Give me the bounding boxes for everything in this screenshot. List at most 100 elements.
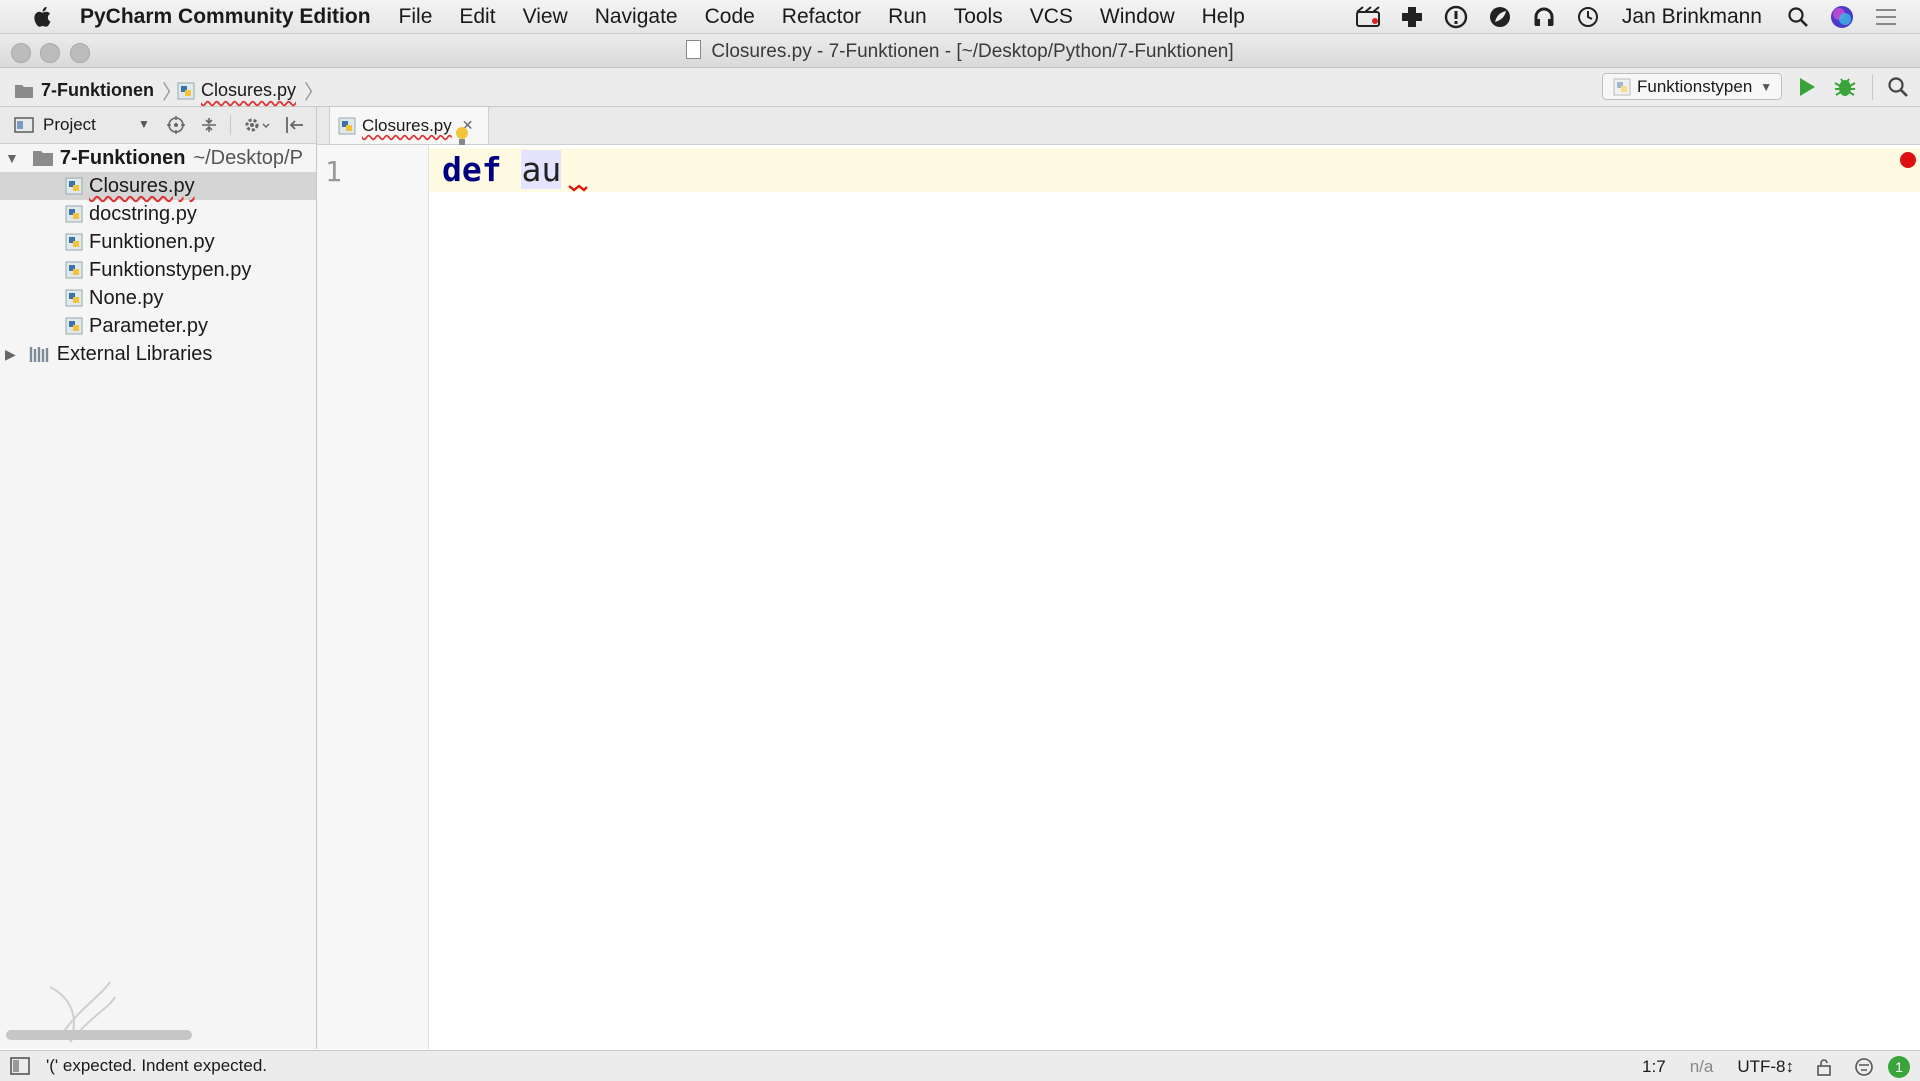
locate-target-icon[interactable] [167, 116, 185, 134]
chevron-down-icon: ▼ [1760, 79, 1773, 94]
notification-badge[interactable]: 1 [1888, 1056, 1910, 1078]
python-file-icon [65, 233, 83, 251]
debug-bug-icon[interactable] [1833, 75, 1857, 99]
film-icon[interactable] [1354, 3, 1382, 31]
tree-file-label: Parameter.py [89, 314, 208, 337]
library-icon [29, 347, 48, 362]
chevron-right-icon: 〉 [304, 82, 325, 104]
breadcrumb-file[interactable]: Closures.py 〉 [177, 76, 324, 105]
menu-vcs[interactable]: VCS [1030, 5, 1073, 29]
tree-file-label: Funktionen.py [89, 230, 215, 253]
search-everywhere-icon[interactable] [1887, 76, 1909, 98]
intention-bulb-icon[interactable] [454, 126, 470, 148]
user-name[interactable]: Jan Brinkmann [1622, 5, 1762, 29]
menu-run[interactable]: Run [888, 5, 927, 29]
document-icon [686, 40, 702, 59]
window-title: Closures.py - 7-Funktionen - [~/Desktop/… [0, 40, 1920, 63]
python-file-icon [65, 317, 83, 335]
tree-file-label: Closures.py [89, 174, 195, 197]
editor-tab-label: Closures.py [362, 115, 452, 135]
menu-edit[interactable]: Edit [459, 5, 495, 29]
app-name-menu[interactable]: PyCharm Community Edition [80, 5, 371, 29]
tree-file-item[interactable]: Funktionstypen.py [0, 256, 316, 284]
menu-view[interactable]: View [523, 5, 568, 29]
python-file-icon [65, 205, 83, 223]
macos-menu-bar: PyCharm Community Edition File Edit View… [0, 0, 1920, 34]
tree-root-label: 7-Funktionen [59, 146, 186, 169]
editor-gutter: 1 [317, 145, 429, 1049]
run-icon[interactable] [1797, 76, 1817, 98]
inspector-face-icon[interactable] [1854, 1057, 1874, 1077]
project-view-icon [14, 117, 34, 133]
menu-navigate[interactable]: Navigate [595, 5, 678, 29]
tree-file-item[interactable]: Parameter.py [0, 312, 316, 340]
expand-arrow-icon[interactable]: ▶ [5, 346, 16, 363]
project-panel-header: Project ▼ [0, 107, 316, 144]
tree-external-libraries[interactable]: ▶ External Libraries [0, 340, 316, 368]
leaf-icon[interactable] [1486, 3, 1514, 31]
notification-center-icon[interactable] [1872, 3, 1900, 31]
tree-file-item[interactable]: Closures.py [0, 172, 316, 200]
status-message: '(' expected. Indent expected. [46, 1056, 268, 1075]
chevron-down-icon[interactable]: ▼ [138, 117, 150, 131]
error-squiggle-icon [568, 184, 588, 192]
project-tool-window: Project ▼ ▼ 7-Funktionen ~/Desktop/P Clo… [0, 107, 317, 1049]
hide-panel-icon[interactable] [285, 116, 305, 134]
headphones-icon[interactable] [1530, 3, 1558, 31]
spotlight-search-icon[interactable] [1784, 3, 1812, 31]
run-configuration-dropdown[interactable]: Funktionstypen ▼ [1602, 73, 1782, 100]
run-configuration-label: Funktionstypen [1637, 76, 1753, 96]
code-keyword: def [442, 150, 502, 189]
python-file-icon [338, 117, 356, 134]
editor-tab-bar: Closures.py ✕ [317, 107, 1920, 145]
plus-cross-icon[interactable] [1398, 3, 1426, 31]
caret-position[interactable]: 1:7 [1642, 1057, 1666, 1077]
settings-gear-icon[interactable] [243, 115, 273, 135]
tree-file-item[interactable]: Funktionen.py [0, 228, 316, 256]
tree-file-label: Funktionstypen.py [89, 258, 252, 281]
folder-icon [15, 84, 33, 98]
siri-icon[interactable] [1828, 3, 1856, 31]
line-separator-status[interactable]: n/a [1690, 1057, 1714, 1077]
lock-open-icon[interactable] [1816, 1058, 1832, 1076]
horizontal-scrollbar[interactable] [6, 1030, 192, 1040]
breadcrumb-project-label: 7-Funktionen [41, 80, 154, 100]
apple-logo-icon[interactable] [30, 4, 56, 30]
python-config-icon [1613, 78, 1631, 95]
menu-extras: Jan Brinkmann [1354, 0, 1920, 33]
tree-file-item[interactable]: docstring.py [0, 200, 316, 228]
current-line-highlight [429, 148, 1920, 192]
python-file-icon [65, 177, 83, 195]
navigation-bar: 7-Funktionen 〉 Closures.py 〉 Funktionsty… [0, 68, 1920, 107]
python-file-icon [65, 289, 83, 307]
menu-tools[interactable]: Tools [954, 5, 1003, 29]
toggle-tool-windows-icon[interactable] [10, 1057, 30, 1075]
menu-refactor[interactable]: Refactor [782, 5, 861, 29]
file-encoding[interactable]: UTF-8↕ [1737, 1057, 1794, 1077]
tree-file-label: None.py [89, 286, 164, 309]
menu-help[interactable]: Help [1202, 5, 1245, 29]
info-circle-icon[interactable] [1442, 3, 1470, 31]
code-line[interactable]: def au [442, 150, 562, 190]
tree-root-project[interactable]: ▼ 7-Funktionen ~/Desktop/P [0, 144, 316, 172]
menu-code[interactable]: Code [705, 5, 755, 29]
external-libraries-label: External Libraries [56, 342, 213, 365]
status-widgets: 1:7 n/a UTF-8↕ 1 [1618, 1056, 1910, 1078]
window-title-bar: Closures.py - 7-Funktionen - [~/Desktop/… [0, 34, 1920, 68]
toolbar-divider [1872, 74, 1873, 100]
folder-icon [32, 151, 53, 166]
menu-file[interactable]: File [399, 5, 433, 29]
error-stripe-marker[interactable] [1900, 152, 1916, 168]
tree-file-label: docstring.py [89, 202, 197, 225]
status-bar: '(' expected. Indent expected. 1:7 n/a U… [0, 1050, 1920, 1081]
python-file-icon [177, 82, 195, 99]
project-view-selector[interactable]: Project [43, 115, 96, 135]
line-number: 1 [325, 155, 342, 188]
menu-window[interactable]: Window [1100, 5, 1175, 29]
tree-file-item[interactable]: None.py [0, 284, 316, 312]
breadcrumb-project[interactable]: 7-Funktionen 〉 [14, 76, 182, 105]
code-identifier: au [521, 150, 562, 189]
collapse-all-icon[interactable] [200, 116, 218, 134]
expand-arrow-icon[interactable]: ▼ [5, 150, 19, 166]
clock-icon[interactable] [1574, 3, 1602, 31]
